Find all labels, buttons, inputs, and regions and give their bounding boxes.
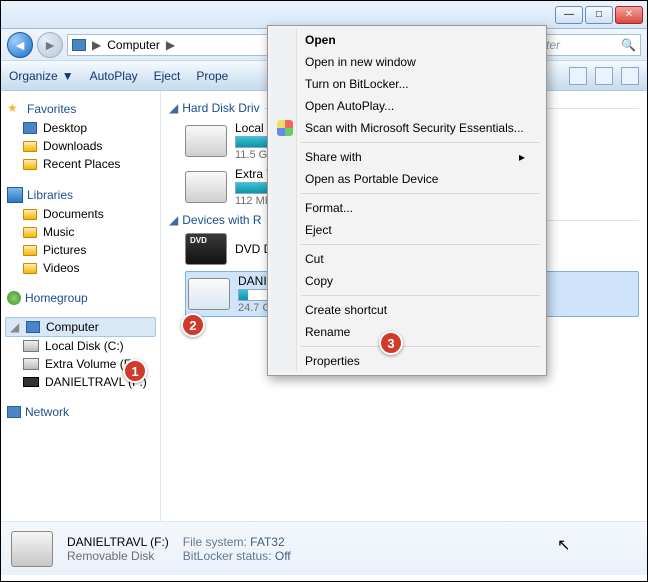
sidebar-pictures[interactable]: Pictures <box>5 241 156 259</box>
favorites-header[interactable]: ★Favorites <box>7 101 156 117</box>
autoplay-button[interactable]: AutoPlay <box>90 69 138 83</box>
pictures-icon <box>23 245 37 256</box>
sidebar-local-disk[interactable]: Local Disk (C:) <box>5 337 156 355</box>
breadcrumb-computer[interactable]: Computer <box>107 38 160 52</box>
forward-button[interactable]: ► <box>37 32 63 58</box>
disk-icon <box>185 171 227 203</box>
computer-icon <box>72 39 86 51</box>
sidebar-desktop[interactable]: Desktop <box>5 119 156 137</box>
chevron-right-icon: ▸ <box>519 150 525 164</box>
usb-icon <box>23 377 39 387</box>
computer-icon <box>26 321 40 333</box>
menu-copy[interactable]: Copy <box>271 270 543 292</box>
menu-properties[interactable]: Properties <box>271 350 543 372</box>
details-bl-value: Off <box>275 549 291 563</box>
network-header[interactable]: Network <box>7 405 156 419</box>
separator <box>301 295 540 296</box>
sidebar-music[interactable]: Music <box>5 223 156 241</box>
context-menu: Open Open in new window Turn on BitLocke… <box>267 25 547 376</box>
chevron-right-icon: ▶ <box>92 38 101 52</box>
minimize-button[interactable]: — <box>555 6 583 24</box>
menu-open-portable[interactable]: Open as Portable Device <box>271 168 543 190</box>
search-icon: 🔍 <box>621 38 636 52</box>
sidebar-computer[interactable]: ◢Computer <box>5 317 156 337</box>
homegroup-icon <box>7 291 21 305</box>
desktop-icon <box>23 122 37 134</box>
menu-open-autoplay[interactable]: Open AutoPlay... <box>271 95 543 117</box>
dvd-icon: DVD <box>185 233 227 265</box>
menu-cut[interactable]: Cut <box>271 248 543 270</box>
music-icon <box>23 227 37 238</box>
folder-icon <box>23 141 37 152</box>
chevron-down-icon: ◢ <box>169 213 178 227</box>
menu-rename[interactable]: Rename <box>271 321 543 343</box>
disk-icon <box>23 340 39 352</box>
sidebar-recent[interactable]: Recent Places <box>5 155 156 173</box>
sidebar-downloads[interactable]: Downloads <box>5 137 156 155</box>
eject-button[interactable]: Eject <box>154 69 181 83</box>
navigation-pane: ★Favorites Desktop Downloads Recent Plac… <box>1 91 161 521</box>
menu-open-new-window[interactable]: Open in new window <box>271 51 543 73</box>
separator <box>301 193 540 194</box>
chevron-right-icon: ▶ <box>166 38 175 52</box>
separator <box>301 142 540 143</box>
menu-eject[interactable]: Eject <box>271 219 543 241</box>
disk-icon <box>23 358 39 370</box>
separator <box>301 244 540 245</box>
folder-icon <box>23 159 37 170</box>
details-fs-key: File system: <box>183 535 247 549</box>
menu-format[interactable]: Format... <box>271 197 543 219</box>
menu-scan-security[interactable]: Scan with Microsoft Security Essentials.… <box>271 117 543 139</box>
libraries-header[interactable]: Libraries <box>7 187 156 203</box>
separator <box>301 346 540 347</box>
back-button[interactable]: ◄ <box>7 32 33 58</box>
organize-menu[interactable]: Organize▼ <box>9 69 74 83</box>
sidebar-documents[interactable]: Documents <box>5 205 156 223</box>
help-icon[interactable] <box>621 67 639 85</box>
libraries-icon <box>7 187 23 203</box>
network-icon <box>7 406 21 418</box>
menu-share-with[interactable]: Share with▸ <box>271 146 543 168</box>
details-pane: DANIELTRAVL (F:) Removable Disk File sys… <box>1 521 647 575</box>
details-bl-key: BitLocker status: <box>183 549 272 563</box>
annotation-badge-2: 2 <box>181 313 205 337</box>
maximize-button[interactable]: □ <box>585 6 613 24</box>
cursor-icon: ↖ <box>557 535 570 555</box>
view-options-icon[interactable] <box>569 67 587 85</box>
annotation-badge-3: 3 <box>379 331 403 355</box>
annotation-badge-1: 1 <box>123 359 147 383</box>
properties-button[interactable]: Prope <box>196 69 228 83</box>
usb-drive-icon <box>188 278 230 310</box>
disk-icon <box>185 125 227 157</box>
chevron-down-icon: ◢ <box>169 101 178 115</box>
details-fs-value: FAT32 <box>250 535 284 549</box>
chevron-down-icon: ◢ <box>10 320 20 334</box>
close-button[interactable]: ✕ <box>615 6 643 24</box>
star-icon: ★ <box>7 101 23 117</box>
menu-open[interactable]: Open <box>271 29 543 51</box>
documents-icon <box>23 209 37 220</box>
shield-icon <box>277 120 293 136</box>
usb-drive-icon <box>11 531 53 567</box>
videos-icon <box>23 263 37 274</box>
details-type: Removable Disk <box>67 549 169 563</box>
details-name: DANIELTRAVL (F:) <box>67 535 169 549</box>
menu-create-shortcut[interactable]: Create shortcut <box>271 299 543 321</box>
homegroup-header[interactable]: Homegroup <box>7 291 156 305</box>
menu-bitlocker[interactable]: Turn on BitLocker... <box>271 73 543 95</box>
chevron-down-icon: ▼ <box>62 69 74 83</box>
sidebar-videos[interactable]: Videos <box>5 259 156 277</box>
preview-pane-icon[interactable] <box>595 67 613 85</box>
